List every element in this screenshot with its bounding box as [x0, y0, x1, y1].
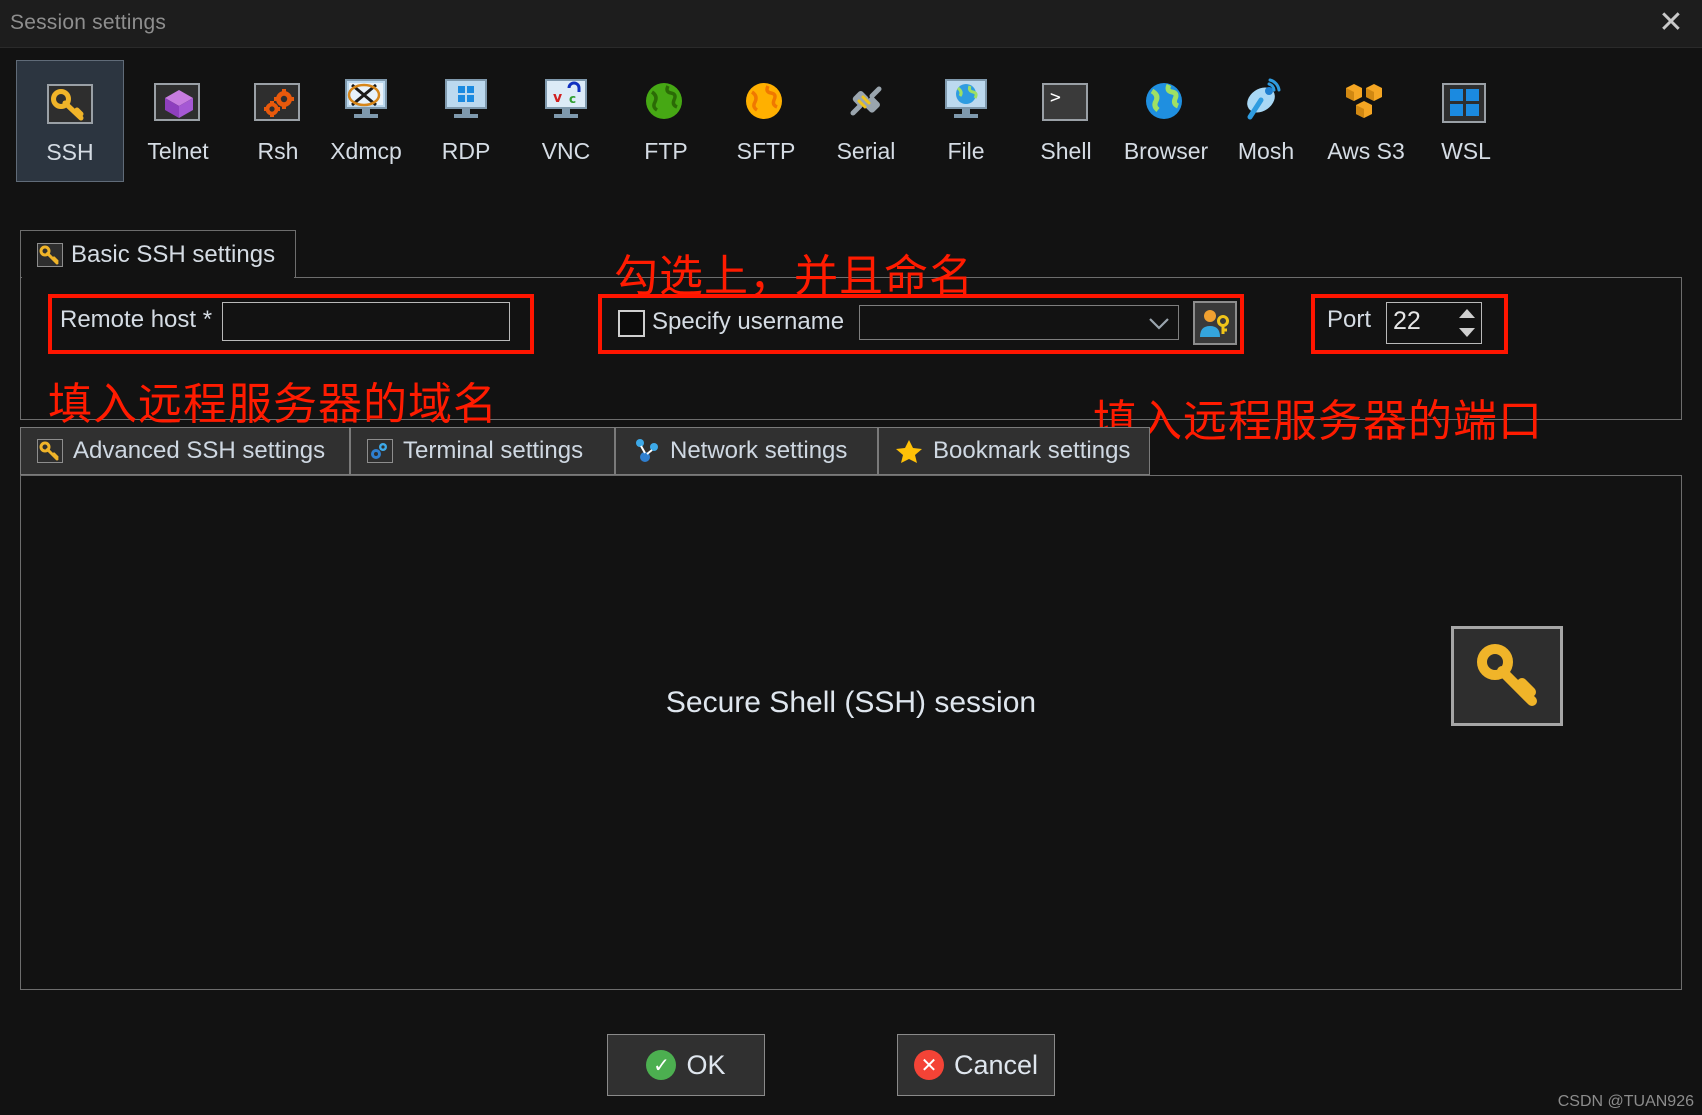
watermark: CSDN @TUAN926 — [1557, 1093, 1694, 1110]
session-type-label: Serial — [836, 138, 896, 164]
session-type-rdp[interactable]: RDP — [412, 60, 520, 182]
tab-network-settings[interactable]: Network settings — [615, 427, 878, 475]
blue-globe-icon — [1142, 78, 1190, 126]
session-type-shell[interactable]: > Shell — [1012, 60, 1120, 182]
session-type-label: Shell — [1040, 138, 1092, 164]
spinner-down-icon[interactable] — [1459, 328, 1475, 337]
tab-advanced-ssh-settings[interactable]: Advanced SSH settings — [20, 427, 350, 475]
tab-label: Advanced SSH settings — [73, 437, 326, 464]
title-bar: Session settings ✕ — [0, 0, 1702, 48]
svg-text:v: v — [553, 90, 562, 106]
blue-gears-icon — [367, 439, 393, 463]
green-globe-icon — [642, 78, 690, 126]
tab-bookmark-settings[interactable]: Bookmark settings — [878, 427, 1150, 475]
session-type-ssh[interactable]: SSH — [16, 60, 124, 182]
session-type-label: FTP — [644, 138, 688, 164]
session-type-mosh[interactable]: Mosh — [1212, 60, 1320, 182]
port-spinner-arrows[interactable] — [1456, 306, 1478, 340]
port-value: 22 — [1393, 307, 1421, 335]
orange-gears-icon — [254, 78, 302, 126]
key-icon — [37, 242, 63, 267]
session-type-label: Aws S3 — [1327, 138, 1405, 164]
session-type-toolbar: SSH Telnet Rsh Xdmcp RDP v c VNC FTP SFT… — [0, 48, 1702, 218]
cancel-button[interactable]: ✕ Cancel — [897, 1034, 1055, 1096]
ok-label: OK — [686, 1049, 726, 1080]
tab-basic-ssh-settings[interactable]: Basic SSH settings — [20, 230, 296, 278]
session-caption: Secure Shell (SSH) session — [665, 686, 1037, 719]
session-type-label: VNC — [541, 138, 591, 164]
tab-label: Terminal settings — [403, 437, 584, 464]
vnc-monitor-icon: v c — [542, 78, 590, 126]
ok-button[interactable]: ✓ OK — [607, 1034, 765, 1096]
user-key-icon — [1200, 310, 1229, 337]
session-type-serial[interactable]: Serial — [812, 60, 920, 182]
key-icon — [46, 79, 94, 127]
chevron-down-icon — [1149, 318, 1169, 330]
sub-tab-strip: Advanced SSH settings Terminal settings — [20, 427, 1682, 475]
remote-host-input[interactable] — [222, 302, 510, 341]
annotation-host-note: 填入远程服务器的域名 — [48, 379, 498, 430]
port-label: Port — [1327, 306, 1372, 333]
session-settings-dialog: Session settings ✕ SSH Telnet Rsh Xdmcp … — [0, 0, 1702, 1115]
session-type-file[interactable]: File — [912, 60, 1020, 182]
session-type-label: Browser — [1123, 138, 1209, 164]
x-monitor-icon — [342, 78, 390, 126]
session-type-label: RDP — [441, 138, 491, 164]
aws-cubes-icon — [1342, 78, 1390, 126]
tab-label: Network settings — [670, 437, 848, 464]
close-icon[interactable]: ✕ — [1654, 8, 1688, 40]
session-type-label: File — [947, 138, 985, 164]
window-title: Session settings — [10, 11, 167, 34]
username-picker-button[interactable] — [1193, 301, 1237, 345]
session-type-label: Rsh — [257, 138, 299, 164]
windows-monitor-icon — [442, 78, 490, 126]
session-type-label: Xdmcp — [330, 138, 402, 164]
key-icon — [37, 439, 63, 463]
star-icon — [895, 438, 923, 464]
specify-username-label: Specify username — [652, 308, 845, 335]
network-nodes-icon — [632, 438, 660, 464]
specify-username-checkbox[interactable] — [618, 310, 645, 337]
session-type-ftp[interactable]: FTP — [612, 60, 720, 182]
session-type-telnet[interactable]: Telnet — [124, 60, 232, 182]
svg-text:c: c — [569, 92, 576, 106]
session-preview-area: Secure Shell (SSH) session — [20, 475, 1682, 990]
session-type-wsl[interactable]: WSL — [1412, 60, 1520, 182]
annotation-username-note: 勾选上，并且命名 — [614, 251, 974, 302]
windows-icon — [1442, 78, 1490, 126]
terminal-icon: > — [1042, 78, 1090, 126]
cancel-label: Cancel — [953, 1049, 1039, 1080]
session-type-label: SFTP — [736, 138, 796, 164]
tab-terminal-settings[interactable]: Terminal settings — [350, 427, 615, 475]
tab-seam — [22, 276, 294, 279]
session-type-label: Telnet — [147, 138, 209, 164]
orange-globe-icon — [742, 78, 790, 126]
ssh-key-big-icon — [1451, 626, 1563, 726]
port-spinner[interactable]: 22 — [1386, 302, 1482, 344]
session-type-label: SSH — [46, 139, 94, 165]
x-circle-icon: ✕ — [913, 1050, 944, 1080]
purple-cube-icon — [154, 78, 202, 126]
spinner-up-icon[interactable] — [1459, 309, 1475, 318]
session-type-browser[interactable]: Browser — [1112, 60, 1220, 182]
username-combobox[interactable] — [859, 305, 1179, 340]
session-type-xdmcp[interactable]: Xdmcp — [312, 60, 420, 182]
tab-label: Bookmark settings — [933, 437, 1131, 464]
globe-monitor-icon — [942, 78, 990, 126]
plug-icon — [842, 78, 890, 126]
check-circle-icon: ✓ — [646, 1050, 677, 1080]
satellite-dish-icon — [1242, 78, 1290, 126]
session-type-label: Mosh — [1237, 138, 1295, 164]
remote-host-label: Remote host * — [60, 306, 213, 333]
tab-label: Basic SSH settings — [71, 240, 276, 268]
session-type-label: WSL — [1441, 138, 1491, 164]
session-type-vnc[interactable]: v c VNC — [512, 60, 620, 182]
session-type-sftp[interactable]: SFTP — [712, 60, 820, 182]
session-type-aws-s3[interactable]: Aws S3 — [1312, 60, 1420, 182]
